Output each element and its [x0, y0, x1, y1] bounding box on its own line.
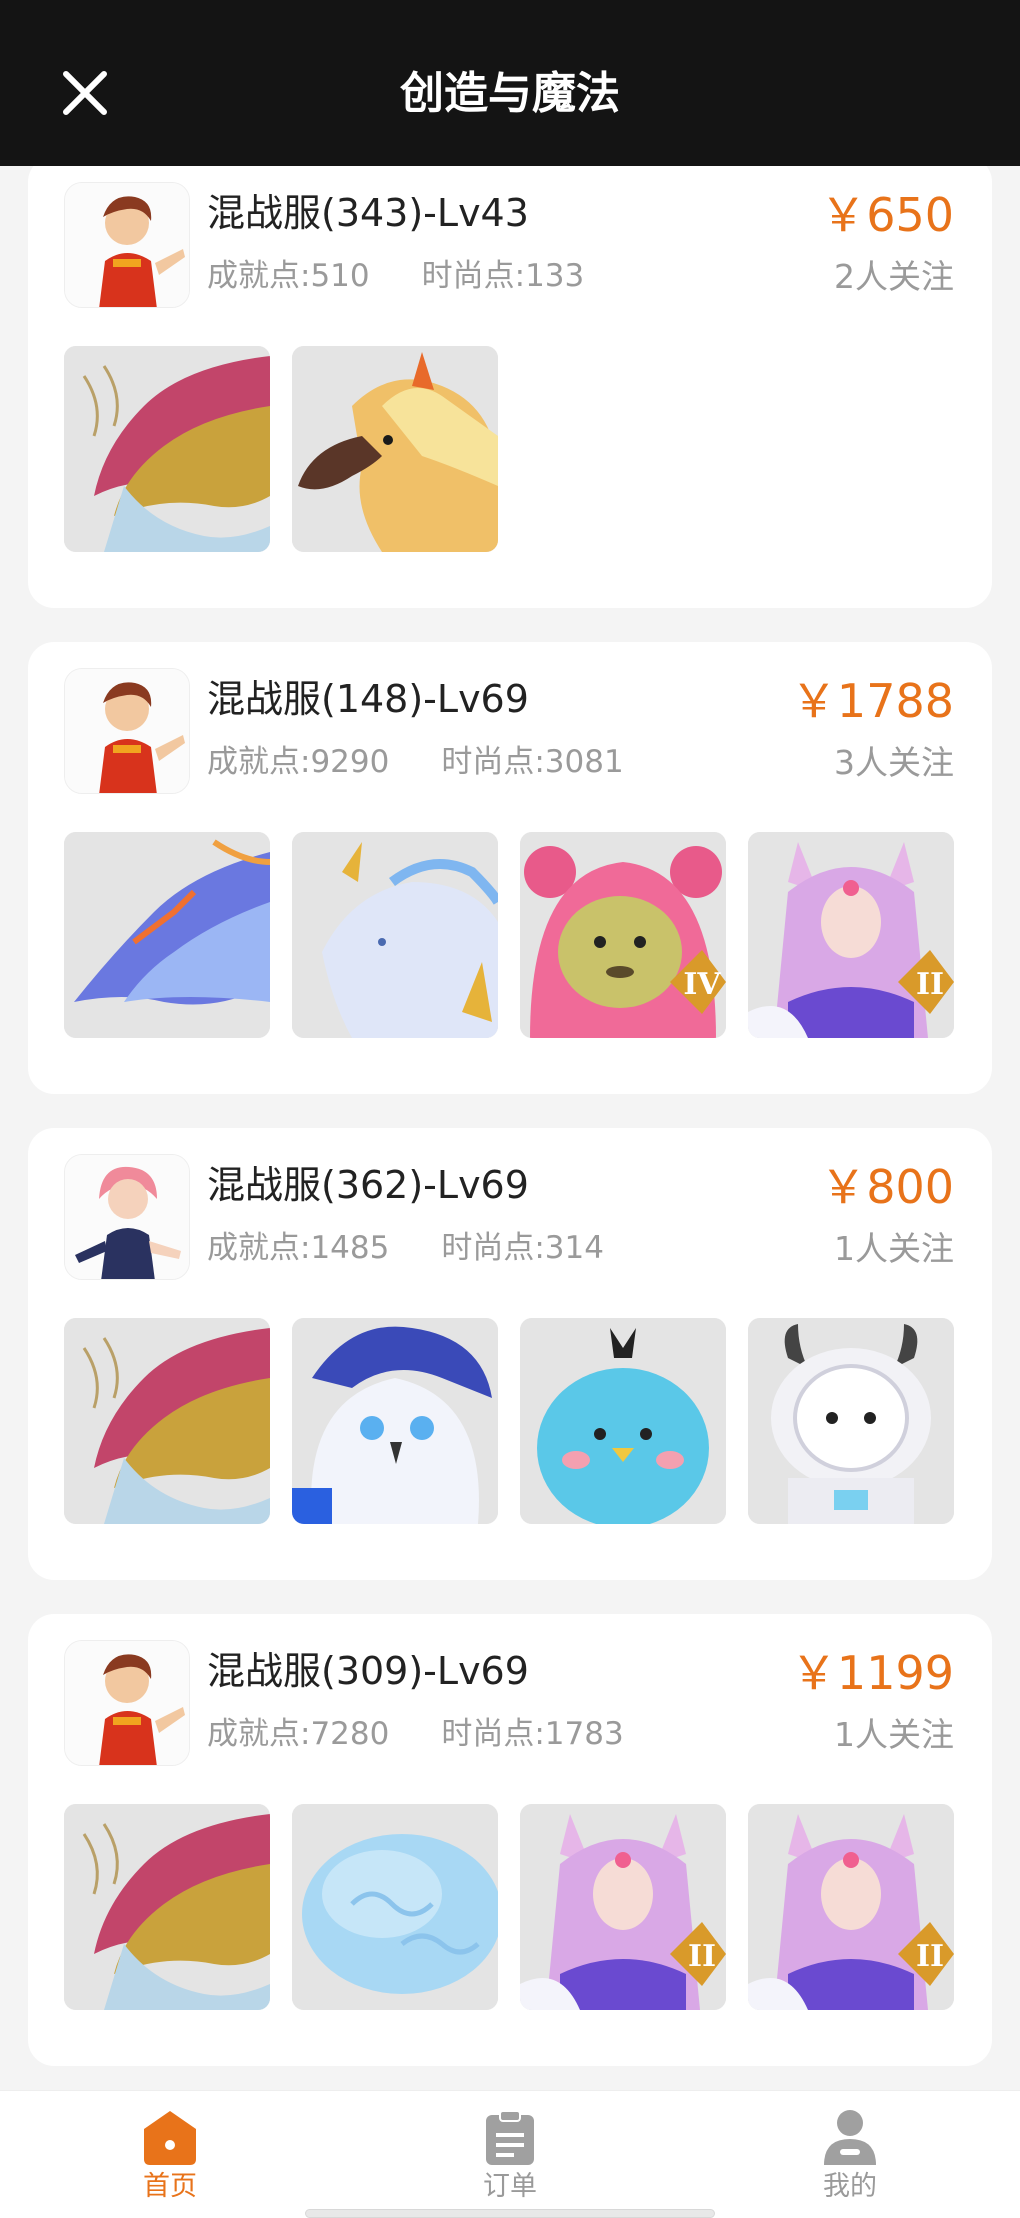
blue-chick-pet-thumb[interactable]	[520, 1318, 726, 1524]
listing-card[interactable]: 混战服(343)-Lv43 成就点:510 时尚点:133 ￥650 2人关注	[28, 166, 992, 608]
character-avatar	[64, 1640, 190, 1766]
fashion-points: 时尚点:1783	[441, 1716, 624, 1752]
svg-text:IV: IV	[683, 967, 721, 1002]
bottom-tab-bar: 首页 订单 我的	[0, 2090, 1020, 2218]
price: ￥1788	[790, 674, 954, 728]
fox-fairy-thumb[interactable]: II	[748, 832, 954, 1038]
listing-card[interactable]: 混战服(148)-Lv69 成就点:9290 时尚点:3081 ￥1788 3人关…	[28, 642, 992, 1094]
red-dragon-mount-thumb[interactable]	[64, 1804, 270, 2010]
character-avatar	[64, 668, 190, 794]
listing-card[interactable]: 混战服(309)-Lv69 成就点:7280 时尚点:1783 ￥1199 1人关…	[28, 1614, 992, 2066]
price: ￥800	[820, 1160, 954, 1214]
fox-fairy-thumb[interactable]: II	[520, 1804, 726, 2010]
achievement-points: 成就点:7280	[207, 1716, 390, 1752]
ice-qilin-mount-thumb[interactable]	[292, 832, 498, 1038]
server-level: 混战服(343)-Lv43	[207, 191, 529, 235]
points-info: 成就点:510 时尚点:133	[207, 256, 584, 296]
tab-profile[interactable]: 我的	[750, 2091, 950, 2218]
page-title: 创造与魔法	[400, 68, 620, 119]
server-level: 混战服(309)-Lv69	[207, 1649, 529, 1693]
home-icon	[142, 2109, 198, 2167]
blue-dragon-mount-thumb[interactable]	[64, 832, 270, 1038]
top-bar: 创造与魔法	[0, 0, 1020, 166]
server-level: 混战服(362)-Lv69	[207, 1163, 529, 1207]
tab-home[interactable]: 首页	[70, 2091, 270, 2218]
follower-count: 1人关注	[834, 1229, 954, 1268]
fox-fairy-thumb[interactable]: II	[748, 1804, 954, 2010]
space-cow-pet-thumb[interactable]	[748, 1318, 954, 1524]
profile-icon	[822, 2109, 878, 2167]
pink-bear-pet-thumb[interactable]: IV	[520, 832, 726, 1038]
red-dragon-mount-thumb[interactable]	[64, 346, 270, 552]
achievement-points: 成就点:510	[207, 258, 370, 294]
tab-orders[interactable]: 订单	[410, 2091, 610, 2218]
tab-profile-label: 我的	[823, 2171, 877, 2202]
golden-phoenix-mount-thumb[interactable]	[292, 346, 498, 552]
points-info: 成就点:9290 时尚点:3081	[207, 742, 624, 782]
fashion-points: 时尚点:314	[441, 1230, 604, 1266]
tab-home-label: 首页	[143, 2171, 197, 2202]
server-level: 混战服(148)-Lv69	[207, 677, 529, 721]
character-avatar	[64, 1154, 190, 1280]
home-indicator	[305, 2209, 715, 2218]
svg-text:II: II	[916, 967, 944, 1002]
svg-text:II: II	[688, 1939, 716, 1974]
follower-count: 3人关注	[834, 743, 954, 782]
price: ￥1199	[790, 1646, 954, 1700]
red-dragon-mount-thumb[interactable]	[64, 1318, 270, 1524]
character-avatar	[64, 182, 190, 308]
achievement-points: 成就点:1485	[207, 1230, 390, 1266]
fashion-points: 时尚点:133	[421, 258, 585, 294]
achievement-points: 成就点:9290	[207, 744, 390, 780]
listing-card[interactable]: 混战服(362)-Lv69 成就点:1485 时尚点:314 ￥800 1人关注	[28, 1128, 992, 1580]
cloud-mount-thumb[interactable]	[292, 1804, 498, 2010]
order-icon	[482, 2109, 538, 2167]
svg-text:II: II	[916, 1939, 944, 1974]
price: ￥650	[820, 188, 954, 242]
snow-owl-mount-thumb[interactable]	[292, 1318, 498, 1524]
listing-list[interactable]: 混战服(343)-Lv43 成就点:510 时尚点:133 ￥650 2人关注 混…	[0, 166, 1020, 2090]
follower-count: 2人关注	[834, 257, 954, 296]
fashion-points: 时尚点:3081	[441, 744, 624, 780]
follower-count: 1人关注	[834, 1715, 954, 1754]
points-info: 成就点:7280 时尚点:1783	[207, 1714, 624, 1754]
tab-orders-label: 订单	[483, 2171, 537, 2202]
points-info: 成就点:1485 时尚点:314	[207, 1228, 604, 1268]
